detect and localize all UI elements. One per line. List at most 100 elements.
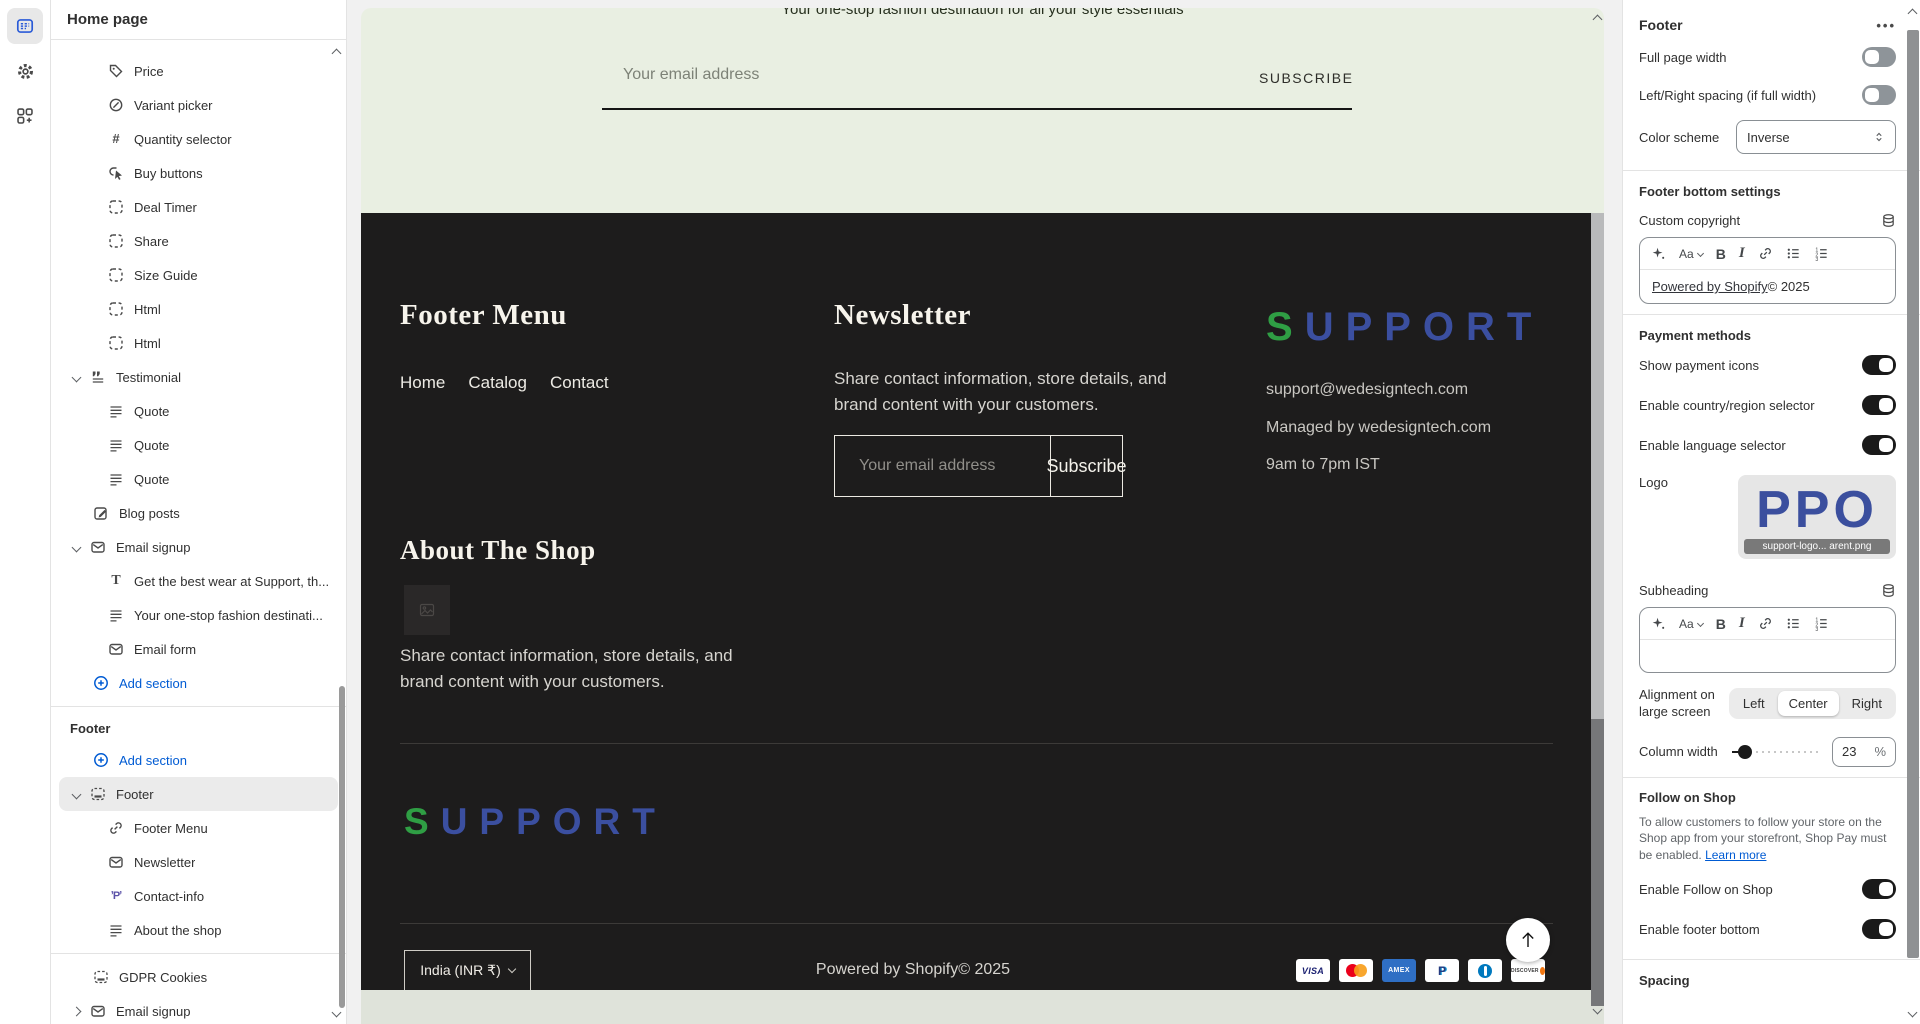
logo-thumbnail[interactable]: PPO support-logo... arent.png <box>1738 475 1896 559</box>
sidebar-scrollbar[interactable] <box>339 686 345 1008</box>
banner-input-underline <box>602 108 1352 110</box>
color-scheme-select[interactable]: Inverse <box>1736 120 1896 154</box>
add-circle-icon <box>93 752 109 768</box>
section-item-email-signup-footer[interactable]: Email signup <box>51 994 346 1024</box>
block-item-newsletter[interactable]: Newsletter <box>51 845 346 879</box>
chevron-right-icon[interactable] <box>72 1006 82 1016</box>
custom-copyright-value[interactable]: Powered by Shopify© 2025 <box>1640 270 1895 303</box>
block-item-html[interactable]: Html <box>51 292 346 326</box>
panel-scroll-down-icon[interactable] <box>1908 1008 1918 1018</box>
block-item-buy-buttons[interactable]: Buy buttons <box>51 156 346 190</box>
sections-sidebar: Home page Price Variant picker #Quantity… <box>51 0 347 1024</box>
block-item-about-the-shop[interactable]: About the shop <box>51 913 346 947</box>
newsletter-subscribe-button[interactable]: Subscribe <box>1050 436 1122 496</box>
alignment-right-option[interactable]: Right <box>1841 691 1893 716</box>
block-item-share[interactable]: Share <box>51 224 346 258</box>
bullet-list-icon[interactable] <box>1786 246 1801 261</box>
ai-sparkle-icon[interactable] <box>1651 246 1666 261</box>
block-item-quantity-selector[interactable]: #Quantity selector <box>51 122 346 156</box>
section-item-footer-selected[interactable]: Footer <box>59 777 338 811</box>
color-scheme-label: Color scheme <box>1639 130 1719 145</box>
copyright-link[interactable]: Powered by Shopify <box>1652 279 1768 294</box>
block-item-variant-picker[interactable]: Variant picker <box>51 88 346 122</box>
footer-link-catalog[interactable]: Catalog <box>468 373 527 393</box>
preview-scrollbar-thumb[interactable] <box>1591 719 1604 1006</box>
block-item-size-guide[interactable]: Size Guide <box>51 258 346 292</box>
sidebar-divider <box>51 706 346 707</box>
chevron-down-icon <box>507 965 515 973</box>
theme-settings-nav-button[interactable] <box>7 53 43 89</box>
chevron-down-icon[interactable] <box>72 372 82 382</box>
svg-text:3: 3 <box>1815 257 1818 261</box>
more-options-button[interactable]: ••• <box>1876 18 1896 33</box>
numbered-list-icon[interactable]: 123 <box>1814 616 1829 631</box>
link-icon[interactable] <box>1758 246 1773 261</box>
italic-button[interactable]: I <box>1739 245 1745 262</box>
logo-thumb-letters: PPO <box>1756 480 1878 540</box>
bold-button[interactable]: B <box>1716 616 1726 632</box>
language-selector-toggle[interactable] <box>1862 435 1896 455</box>
block-item-price[interactable]: Price <box>51 54 346 88</box>
block-item-contact-info[interactable]: ʼPʼContact-info <box>51 879 346 913</box>
block-item-html[interactable]: Html <box>51 326 346 360</box>
settings-panel: Footer ••• Full page width Left/Right sp… <box>1622 0 1920 1024</box>
panel-scrollbar-thumb[interactable] <box>1907 30 1919 958</box>
lr-spacing-toggle[interactable] <box>1862 85 1896 105</box>
section-item-testimonial[interactable]: Testimonial <box>51 360 346 394</box>
column-width-value-box[interactable]: 23% <box>1832 737 1896 767</box>
slider-knob[interactable] <box>1738 745 1752 759</box>
add-section-button[interactable]: Add section <box>51 666 346 700</box>
dynamic-source-icon[interactable] <box>1881 583 1896 598</box>
apps-nav-button[interactable] <box>7 98 43 134</box>
banner-email-input[interactable] <box>623 66 1003 84</box>
subheading-value[interactable] <box>1640 640 1895 672</box>
contact-hours: 9am to 7pm IST <box>1266 456 1380 474</box>
panel-scroll-up-icon[interactable] <box>1908 9 1918 19</box>
alignment-left-option[interactable]: Left <box>1732 691 1776 716</box>
newsletter-email-input[interactable] <box>835 436 1050 496</box>
italic-button[interactable]: I <box>1739 615 1745 632</box>
learn-more-link[interactable]: Learn more <box>1705 848 1766 862</box>
block-item-email-form[interactable]: Email form <box>51 632 346 666</box>
block-item-deal-timer[interactable]: Deal Timer <box>51 190 346 224</box>
footer-link-contact[interactable]: Contact <box>550 373 609 393</box>
follow-on-shop-heading: Follow on Shop <box>1639 788 1896 808</box>
banner-subscribe-button[interactable]: SUBSCRIBE <box>1259 70 1353 86</box>
show-payment-icons-toggle[interactable] <box>1862 355 1896 375</box>
section-item-gdpr-cookies[interactable]: GDPR Cookies <box>51 960 346 994</box>
logo-label: Logo <box>1639 475 1668 490</box>
country-currency-selector[interactable]: India (INR ₹) <box>404 950 531 991</box>
section-item-email-signup[interactable]: Email signup <box>51 530 346 564</box>
chevron-down-icon[interactable] <box>72 789 82 799</box>
footer-link-home[interactable]: Home <box>400 373 445 393</box>
country-selector-toggle[interactable] <box>1862 395 1896 415</box>
chevron-down-icon[interactable] <box>72 542 82 552</box>
ai-sparkle-icon[interactable] <box>1651 616 1666 631</box>
block-item-heading[interactable]: TGet the best wear at Support, th... <box>51 564 346 598</box>
enable-footer-bottom-toggle[interactable] <box>1862 919 1896 939</box>
footer-copyright: Powered by Shopify© 2025 <box>816 961 1010 979</box>
bold-button[interactable]: B <box>1716 246 1726 262</box>
select-chevrons-icon <box>1873 130 1885 144</box>
block-item-subtext[interactable]: Your one-stop fashion destinati... <box>51 598 346 632</box>
sections-nav-button[interactable] <box>7 8 43 44</box>
footer-menu-heading: Footer Menu <box>400 299 567 332</box>
add-section-button[interactable]: Add section <box>51 743 346 777</box>
amex-icon: AMEX <box>1382 959 1416 982</box>
block-item-quote[interactable]: Quote <box>51 394 346 428</box>
enable-follow-toggle[interactable] <box>1862 879 1896 899</box>
link-icon[interactable] <box>1758 616 1773 631</box>
column-width-slider[interactable] <box>1732 745 1820 759</box>
text-style-button[interactable]: Aa <box>1679 247 1703 261</box>
block-item-footer-menu[interactable]: Footer Menu <box>51 811 346 845</box>
section-item-blog-posts[interactable]: Blog posts <box>51 496 346 530</box>
numbered-list-icon[interactable]: 123 <box>1814 246 1829 261</box>
bullet-list-icon[interactable] <box>1786 616 1801 631</box>
block-item-quote[interactable]: Quote <box>51 428 346 462</box>
dynamic-source-icon[interactable] <box>1881 213 1896 228</box>
full-page-width-toggle[interactable] <box>1862 47 1896 67</box>
block-item-quote[interactable]: Quote <box>51 462 346 496</box>
text-style-button[interactable]: Aa <box>1679 617 1703 631</box>
alignment-center-option[interactable]: Center <box>1778 691 1839 716</box>
scroll-to-top-button[interactable] <box>1506 918 1550 962</box>
